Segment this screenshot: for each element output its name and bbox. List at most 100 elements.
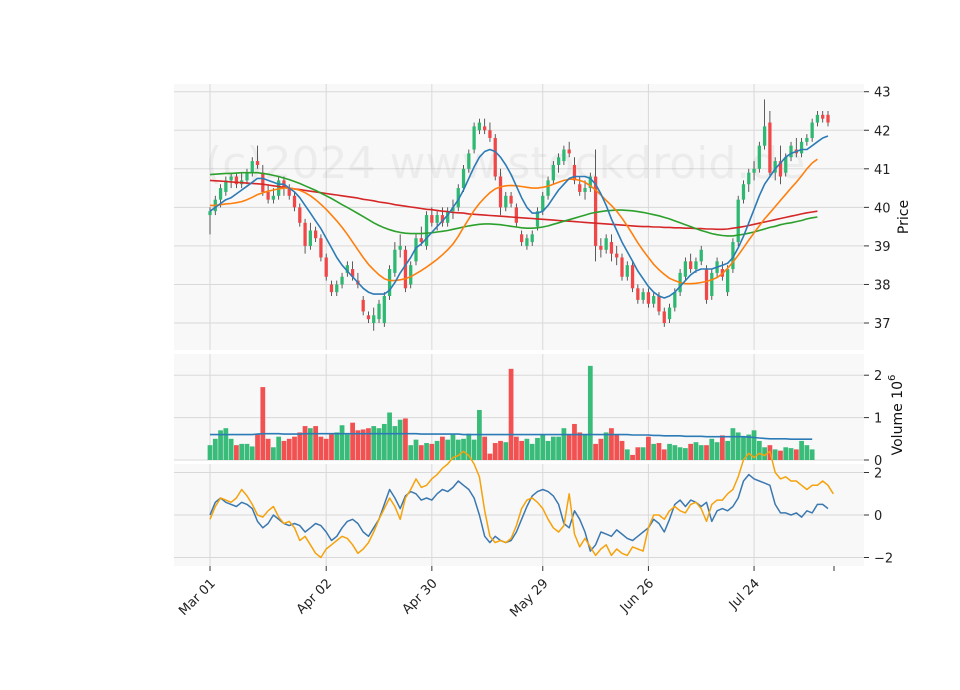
volume-axis-label: Volume 106: [887, 375, 906, 456]
candle-body-down: [266, 191, 270, 200]
volume-bar-down: [313, 426, 319, 460]
volume-bar-up: [524, 438, 530, 460]
candle-body-down: [314, 230, 318, 239]
price-y-tick-label: 42: [874, 124, 891, 139]
candle-body-up: [424, 215, 429, 246]
candle-body-down: [572, 164, 577, 181]
volume-bar-up: [582, 434, 588, 460]
candle-body-up: [625, 265, 629, 277]
candle-body-down: [599, 245, 603, 250]
candle-body-up: [562, 149, 566, 162]
candle-body-down: [403, 249, 408, 289]
candle-body-down: [630, 265, 635, 289]
candle-body-down: [498, 176, 503, 208]
volume-bar-down: [492, 443, 498, 460]
candle-body-down: [615, 253, 619, 258]
candle-body-down: [821, 114, 825, 119]
volume-bar-up: [672, 445, 678, 460]
candle-body-down: [657, 296, 661, 312]
volume-bar-up: [387, 412, 392, 460]
volume-bar-down: [577, 432, 583, 460]
candle-body-up: [472, 126, 476, 150]
volume-bar-up: [783, 447, 789, 460]
volume-bar-down: [350, 422, 355, 460]
volume-bar-up: [651, 443, 657, 460]
x-tick-label: May 29: [507, 576, 551, 620]
candle-body-up: [409, 265, 413, 285]
candle-body-up: [250, 161, 254, 173]
candle-body-up: [546, 180, 550, 196]
candle-body-down: [255, 161, 260, 165]
candle-body-up: [710, 272, 714, 297]
volume-bar-down: [323, 438, 329, 460]
volume-bar-up: [683, 448, 688, 460]
volume-bar-up: [434, 440, 440, 460]
indicator-y-tick-label: −2: [874, 552, 893, 567]
volume-bar-down: [265, 438, 271, 460]
candle-body-down: [826, 114, 830, 123]
candle-body-up: [604, 238, 608, 250]
volume-bar-down: [513, 436, 519, 460]
candle-body-up: [504, 195, 508, 208]
candle-body-down: [430, 215, 434, 223]
volume-bar-down: [661, 449, 667, 460]
volume-bar-down: [614, 434, 620, 460]
volume-bar-up: [799, 440, 804, 460]
volume-bar-up: [223, 428, 229, 460]
candle-body-up: [694, 261, 698, 270]
volume-bar-down: [286, 438, 292, 460]
volume-bar-down: [566, 434, 572, 460]
volume-bar-up: [624, 449, 630, 460]
volume-bar-down: [403, 418, 408, 460]
candle-body-up: [530, 234, 534, 243]
volume-bar-down: [297, 432, 303, 460]
candle-body-down: [329, 284, 334, 293]
candle-body-down: [298, 207, 302, 223]
volume-bar-up: [529, 443, 535, 460]
candle-body-up: [435, 215, 439, 223]
volume-bar-up: [212, 438, 218, 460]
indicator-y-tick-label: 2: [874, 467, 882, 482]
candle-body-up: [377, 303, 381, 320]
candle-body-up: [218, 188, 223, 200]
volume-bar-up: [556, 436, 561, 460]
volume-bar-up: [239, 443, 245, 460]
volume-bar-up: [741, 436, 746, 460]
candle-body-down: [578, 184, 582, 192]
candle-body-up: [477, 122, 482, 131]
volume-y-tick-label: 1: [874, 412, 882, 427]
volume-bar-up: [788, 448, 794, 460]
indicator-y-tick-label: 0: [874, 509, 882, 524]
candle-body-down: [520, 234, 524, 243]
candle-body-up: [551, 164, 555, 181]
candle-body-up: [667, 307, 672, 320]
candle-body-up: [652, 296, 656, 304]
volume-bar-up: [550, 436, 556, 460]
candle-body-up: [789, 145, 793, 158]
volume-bar-up: [334, 432, 340, 460]
volume-bar-up: [730, 428, 736, 460]
volume-bar-up: [693, 442, 699, 460]
x-tick-label: Apr 02: [294, 576, 335, 617]
x-tick-label: Jul 24: [726, 576, 763, 613]
volume-bar-up: [503, 442, 509, 460]
candle-body-down: [483, 126, 487, 131]
x-tick-label: Jun 26: [617, 576, 657, 616]
candle-body-up: [741, 184, 746, 200]
volume-bar-up: [809, 449, 815, 460]
volume-bar-up: [772, 449, 778, 460]
candle-body-down: [488, 130, 492, 138]
candle-body-up: [815, 114, 820, 123]
volume-bar-down: [688, 443, 694, 460]
volume-bar-up: [339, 425, 345, 460]
volume-bar-up: [756, 440, 762, 460]
price-y-tick-label: 37: [874, 317, 891, 332]
volume-y-tick-label: 2: [874, 369, 882, 384]
volume-bar-up: [371, 426, 377, 460]
volume-bar-down: [619, 440, 625, 460]
volume-bar-up: [276, 436, 282, 460]
volume-bar-down: [793, 449, 799, 460]
candle-body-up: [752, 168, 756, 173]
candle-body-down: [689, 261, 693, 270]
candle-body-up: [699, 249, 703, 262]
